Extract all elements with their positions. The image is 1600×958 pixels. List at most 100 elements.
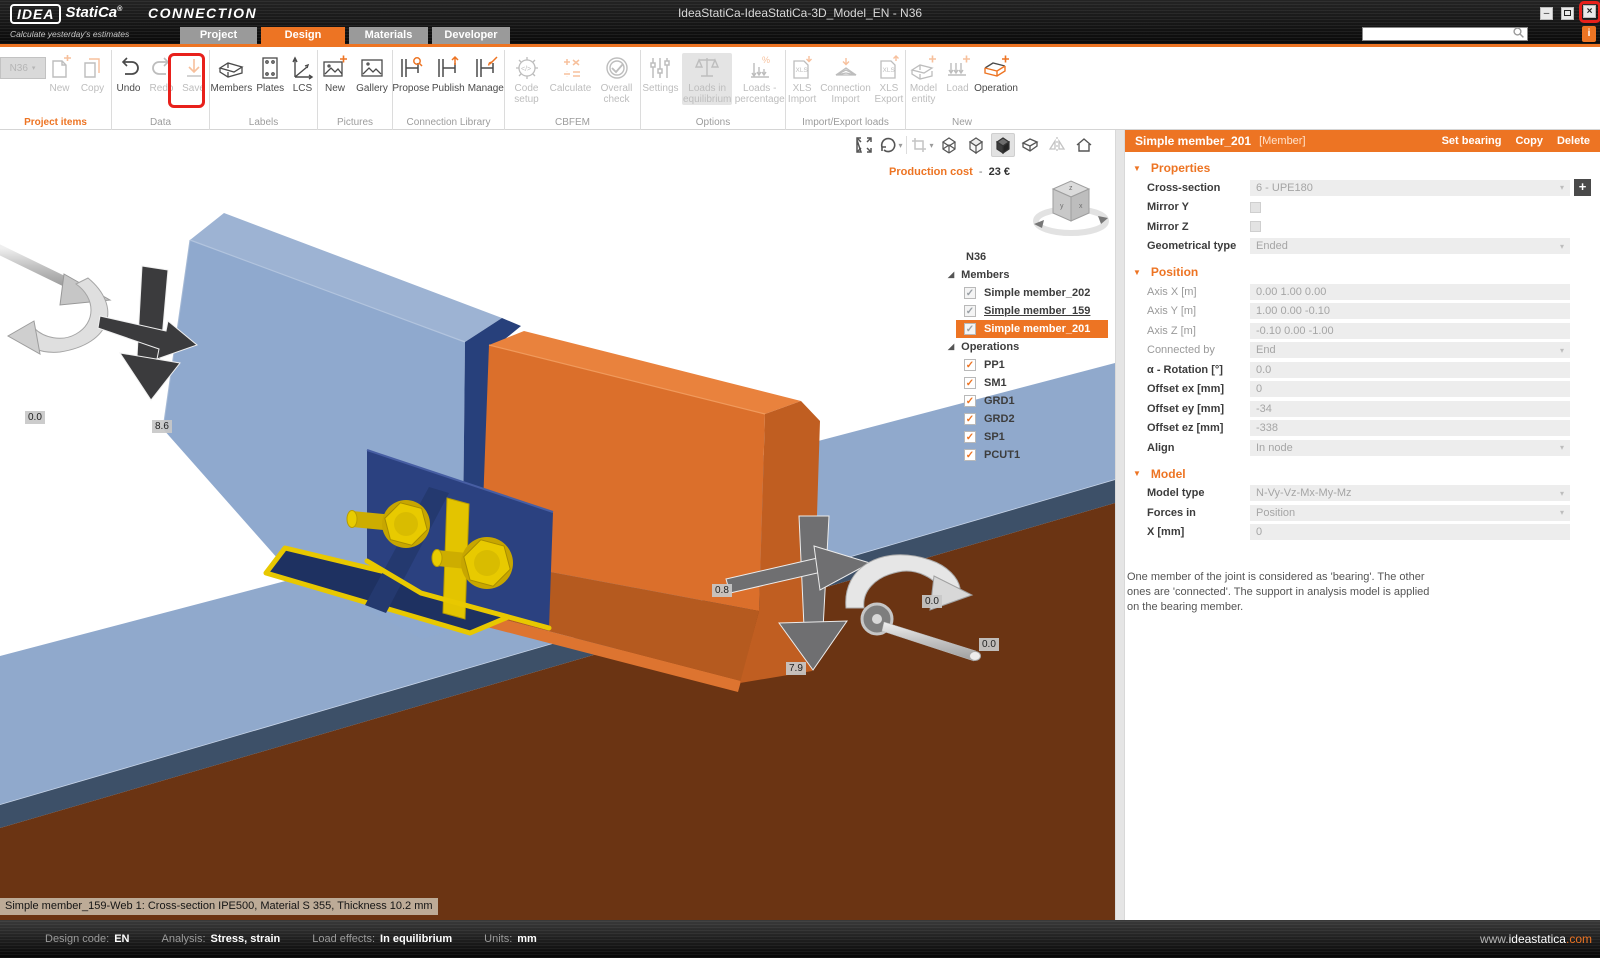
members-button[interactable]: Members: [210, 53, 253, 94]
redo-button[interactable]: Redo: [147, 53, 177, 94]
ribbon-item-selector[interactable]: N36▾: [3, 53, 43, 79]
offset-ex-field[interactable]: 0: [1250, 381, 1570, 397]
forces-in-select[interactable]: Position▾: [1250, 505, 1570, 521]
x-mm-field[interactable]: 0: [1250, 524, 1570, 540]
panel-divider[interactable]: [1115, 130, 1125, 920]
navigation-cube[interactable]: y x z: [1032, 176, 1110, 245]
set-bearing-button[interactable]: Set bearing: [1442, 135, 1502, 147]
zoom-fit-button[interactable]: [852, 133, 876, 157]
rotation-field[interactable]: 0.0: [1250, 362, 1570, 378]
axis-y-field[interactable]: 1.00 0.00 -0.10: [1250, 303, 1570, 319]
ribbon-group-connection-library: Propose Publish Manage Connection Librar…: [393, 50, 505, 130]
connected-by-select[interactable]: End▾: [1250, 342, 1570, 358]
tab-developer[interactable]: Developer: [432, 27, 510, 44]
orbit-button[interactable]: ▾: [879, 133, 903, 157]
section-view-button[interactable]: [1018, 133, 1042, 157]
tree-group-members[interactable]: ◢ Members: [938, 266, 1108, 284]
gallery-button[interactable]: Gallery: [353, 53, 391, 94]
code-setup-button[interactable]: </> Code setup: [507, 53, 547, 105]
tree-item-grd1[interactable]: ✓GRD1: [938, 392, 1108, 410]
tree-item-grd2[interactable]: ✓GRD2: [938, 410, 1108, 428]
row-offset-ez: Offset ez [mm]-338: [1125, 419, 1600, 439]
model-tree: N36 ◢ Members ✓ Simple member_202 ✓ Simp…: [938, 248, 1108, 464]
model-type-select[interactable]: N-Vy-Vz-Mx-My-Mz▾: [1250, 485, 1570, 501]
align-select[interactable]: In node▾: [1250, 440, 1570, 456]
settings-button[interactable]: Settings: [641, 53, 680, 94]
tab-design[interactable]: Design: [261, 27, 345, 44]
loads-percentage-button[interactable]: % Loads - percentage: [734, 53, 785, 105]
operation-checkbox[interactable]: ✓: [964, 359, 976, 371]
load-value-left-moment: 0.0: [25, 411, 45, 424]
solid-view-button[interactable]: [991, 133, 1015, 157]
copy-member-button[interactable]: Copy: [1515, 135, 1543, 147]
connection-import-button[interactable]: Connection Import: [820, 53, 871, 105]
loads-in-equilibrium-button[interactable]: Loads in equilibrium: [682, 53, 733, 105]
plates-button[interactable]: Plates: [255, 53, 286, 94]
info-button[interactable]: i: [1582, 26, 1596, 42]
load-arrows-left: [0, 248, 197, 400]
load-value-left-force: 8.6: [152, 420, 172, 433]
geometrical-type-select[interactable]: Ended▾: [1250, 238, 1570, 254]
maximize-button[interactable]: [1561, 7, 1574, 20]
tree-item-pcut1[interactable]: ✓PCUT1: [938, 446, 1108, 464]
minimize-button[interactable]: –: [1540, 7, 1553, 20]
home-view-button[interactable]: [1072, 133, 1096, 157]
ribbon-new-item-button[interactable]: New: [45, 53, 75, 94]
operation-checkbox[interactable]: ✓: [964, 413, 976, 425]
calculate-button[interactable]: Calculate: [549, 53, 593, 94]
tab-materials[interactable]: Materials: [349, 27, 428, 44]
tree-group-operations[interactable]: ◢ Operations: [938, 338, 1108, 356]
propose-button[interactable]: Propose: [393, 53, 429, 94]
member-checkbox[interactable]: ✓: [964, 323, 976, 335]
save-button[interactable]: Save: [179, 53, 209, 94]
overall-check-button[interactable]: Overall check: [595, 53, 639, 105]
operation-checkbox[interactable]: ✓: [964, 449, 976, 461]
xls-import-button[interactable]: XLS XLS Import: [786, 53, 818, 105]
xls-export-button[interactable]: XLS XLS Export: [873, 53, 905, 105]
publish-button[interactable]: Publish: [431, 53, 466, 94]
tab-project[interactable]: Project: [180, 27, 257, 44]
operation-button[interactable]: Operation: [974, 53, 1018, 94]
section-header[interactable]: ▼Position: [1125, 262, 1600, 282]
mirror-view-button[interactable]: [1045, 133, 1069, 157]
axis-x-field[interactable]: 0.00 1.00 0.00: [1250, 284, 1570, 300]
viewport-3d[interactable]: 0.0 8.6 0.8 7.9 0.0 0.0 ▾ ▾ Productio: [0, 130, 1115, 920]
section-header[interactable]: ▼Properties: [1125, 158, 1600, 178]
mirror-y-checkbox[interactable]: [1250, 202, 1261, 213]
lcs-button[interactable]: LCS: [288, 53, 317, 94]
tree-item-simple-member-159[interactable]: ✓ Simple member_159: [938, 302, 1108, 320]
cross-section-select[interactable]: 6 - UPE180▾: [1250, 180, 1570, 196]
section-crop-button[interactable]: ▾: [910, 133, 934, 157]
load-button[interactable]: Load: [943, 53, 972, 94]
mirror-z-checkbox[interactable]: [1250, 221, 1261, 232]
undo-button[interactable]: Undo: [113, 53, 145, 94]
tree-item-pp1[interactable]: ✓PP1: [938, 356, 1108, 374]
shaded-view-button[interactable]: [964, 133, 988, 157]
tree-item-simple-member-201[interactable]: ✓ Simple member_201: [956, 320, 1108, 338]
member-checkbox[interactable]: ✓: [964, 305, 976, 317]
picture-new-button[interactable]: New: [319, 53, 351, 94]
offset-ey-field[interactable]: -34: [1250, 401, 1570, 417]
operation-checkbox[interactable]: ✓: [964, 377, 976, 389]
tree-root-n36[interactable]: N36: [938, 248, 1108, 266]
svg-text:%: %: [762, 55, 770, 65]
row-mirror-y: Mirror Y: [1125, 198, 1600, 218]
model-entity-button[interactable]: Model entity: [906, 53, 941, 105]
chevron-down-icon: ▾: [1560, 346, 1564, 355]
offset-ez-field[interactable]: -338: [1250, 420, 1570, 436]
tree-item-sm1[interactable]: ✓SM1: [938, 374, 1108, 392]
delete-member-button[interactable]: Delete: [1557, 135, 1590, 147]
wireframe-view-button[interactable]: [937, 133, 961, 157]
axis-z-field[interactable]: -0.10 0.00 -1.00: [1250, 323, 1570, 339]
tree-item-sp1[interactable]: ✓SP1: [938, 428, 1108, 446]
operation-checkbox[interactable]: ✓: [964, 395, 976, 407]
operation-checkbox[interactable]: ✓: [964, 431, 976, 443]
add-cross-section-button[interactable]: +: [1574, 179, 1591, 196]
tree-item-simple-member-202[interactable]: ✓ Simple member_202: [938, 284, 1108, 302]
member-checkbox[interactable]: ✓: [964, 287, 976, 299]
manage-button[interactable]: Manage: [468, 53, 504, 94]
search-input[interactable]: [1362, 27, 1528, 41]
ribbon-copy-item-button[interactable]: Copy: [77, 53, 109, 94]
website-link[interactable]: www.ideastatica.com: [1480, 920, 1592, 958]
section-header[interactable]: ▼Model: [1125, 464, 1600, 484]
